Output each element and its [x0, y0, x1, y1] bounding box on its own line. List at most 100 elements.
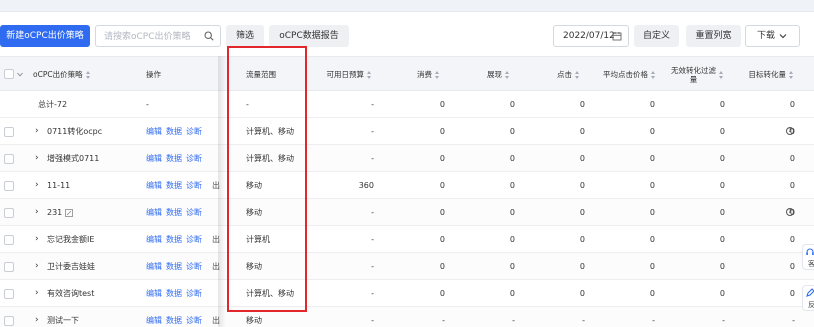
- edit-link[interactable]: 编辑: [146, 316, 162, 325]
- cell-budget: -: [371, 154, 374, 163]
- help-icon[interactable]: ?: [786, 127, 794, 135]
- expand-arrow-icon[interactable]: ›: [35, 307, 39, 327]
- column-impressions[interactable]: 展现: [450, 57, 510, 92]
- row-checkbox[interactable]: [4, 289, 14, 299]
- expand-arrow-icon[interactable]: ›: [35, 280, 39, 307]
- diagnose-link[interactable]: 诊断: [186, 181, 202, 190]
- row-checkbox[interactable]: [4, 127, 14, 137]
- sort-icon[interactable]: [505, 70, 510, 79]
- search-input[interactable]: [104, 30, 200, 43]
- diagnose-link[interactable]: 诊断: [186, 235, 202, 244]
- row-checkbox[interactable]: [4, 208, 14, 218]
- cell-avg-price: -: [652, 316, 655, 325]
- cell-avg-price: 0: [649, 154, 655, 163]
- select-all-checkbox[interactable]: [4, 69, 14, 79]
- data-link[interactable]: 数据: [166, 262, 182, 271]
- expand-arrow-icon[interactable]: ›: [35, 199, 39, 226]
- report-button[interactable]: oCPC数据报告: [269, 25, 349, 47]
- column-clicks-label: 点击: [557, 70, 572, 79]
- edit-link[interactable]: 编辑: [146, 289, 162, 298]
- strategy-name-text: 0711转化ocpc: [47, 127, 103, 136]
- expand-arrow-icon[interactable]: ›: [35, 172, 39, 199]
- feedback-button[interactable]: 反: [802, 285, 814, 311]
- data-link[interactable]: 数据: [166, 235, 182, 244]
- new-strategy-button[interactable]: 新建oCPC出价策略: [0, 25, 90, 47]
- strategy-name: 卫计委吉娃娃: [47, 253, 142, 280]
- table-header: oCPC出价策略 操作 流量范围 可用日预算 消费 展现 点击 平均点击价格 无…: [0, 56, 814, 91]
- edit-link[interactable]: 编辑: [146, 262, 162, 271]
- edit-link[interactable]: 编辑: [146, 154, 162, 163]
- strategy-name-text: 卫计委吉娃娃: [47, 262, 95, 271]
- column-avg-price[interactable]: 平均点击价格: [584, 57, 656, 92]
- expand-arrow-icon[interactable]: ›: [35, 253, 39, 280]
- diagnose-link[interactable]: 诊断: [186, 262, 202, 271]
- edit-link[interactable]: 编辑: [146, 127, 162, 136]
- cell-invalid: 0: [719, 289, 725, 298]
- download-button[interactable]: 下载: [745, 25, 800, 47]
- column-invalid-filter[interactable]: 无效转化过滤量: [660, 57, 724, 92]
- traffic-scope: 计算机、移动: [246, 154, 294, 163]
- strategy-name: 0711转化ocpc: [47, 118, 142, 145]
- expand-arrow-icon[interactable]: ›: [35, 118, 39, 145]
- column-name[interactable]: oCPC出价策略: [33, 57, 143, 92]
- edit-link[interactable]: 编辑: [146, 235, 162, 244]
- row-checkbox[interactable]: [4, 181, 14, 191]
- column-cost[interactable]: 消费: [380, 57, 440, 92]
- diagnose-link[interactable]: 诊断: [186, 289, 202, 298]
- sort-icon[interactable]: [575, 70, 580, 79]
- data-link[interactable]: 数据: [166, 181, 182, 190]
- search-icon[interactable]: [204, 31, 214, 41]
- edit-link[interactable]: 编辑: [146, 208, 162, 217]
- date-picker[interactable]: 2022/07/12: [553, 25, 629, 47]
- total-budget: -: [371, 100, 374, 109]
- filter-button[interactable]: 筛选: [226, 25, 264, 47]
- diagnose-link[interactable]: 诊断: [186, 127, 202, 136]
- select-dropdown-icon[interactable]: [17, 72, 23, 77]
- column-ops-label: 操作: [146, 70, 161, 79]
- row-checkbox[interactable]: [4, 262, 14, 272]
- total-cost: 0: [439, 100, 445, 109]
- sort-icon[interactable]: [435, 70, 440, 79]
- row-checkbox[interactable]: [4, 235, 14, 245]
- edit-icon[interactable]: [65, 208, 74, 217]
- cell-avg-price: 0: [649, 208, 655, 217]
- sort-icon[interactable]: [651, 70, 656, 79]
- custom-button[interactable]: 自定义: [634, 25, 679, 47]
- data-link[interactable]: 数据: [166, 154, 182, 163]
- traffic-scope: 计算机、移动: [246, 127, 294, 136]
- sort-icon[interactable]: [719, 70, 724, 79]
- diagnose-link[interactable]: 诊断: [186, 208, 202, 217]
- cell-clicks: 0: [579, 181, 585, 190]
- sort-icon[interactable]: [789, 70, 794, 79]
- row-checkbox[interactable]: [4, 316, 14, 326]
- customer-service-button[interactable]: 客: [802, 244, 814, 270]
- cell-invalid: 0: [719, 208, 725, 217]
- expand-arrow-icon[interactable]: ›: [35, 145, 39, 172]
- help-icon[interactable]: ?: [786, 208, 794, 216]
- table-row: › 11-11 编辑 数据 诊断出移动 360 0 0 0 0 0 0: [0, 172, 814, 199]
- cell-impressions: 0: [509, 127, 515, 136]
- cell-avg-price: 0: [649, 127, 655, 136]
- sticky-column-shadow: [218, 56, 226, 327]
- cell-budget: -: [371, 289, 374, 298]
- sort-icon[interactable]: [85, 70, 91, 79]
- total-target-conv: 0: [789, 100, 795, 109]
- expand-arrow-icon[interactable]: ›: [35, 226, 39, 253]
- diagnose-link[interactable]: 诊断: [186, 154, 202, 163]
- data-link[interactable]: 数据: [166, 316, 182, 325]
- column-budget[interactable]: 可用日预算: [306, 57, 372, 92]
- row-checkbox[interactable]: [4, 154, 14, 164]
- data-link[interactable]: 数据: [166, 289, 182, 298]
- cell-avg-price: 0: [649, 262, 655, 271]
- cell-avg-price: 0: [649, 289, 655, 298]
- diagnose-link[interactable]: 诊断: [186, 316, 202, 325]
- column-target-conv[interactable]: 目标转化量: [730, 57, 794, 92]
- column-clicks[interactable]: 点击: [520, 57, 580, 92]
- sort-icon[interactable]: [367, 70, 372, 79]
- data-link[interactable]: 数据: [166, 208, 182, 217]
- data-link[interactable]: 数据: [166, 127, 182, 136]
- table-row: › 忘记我金额IE 编辑 数据 诊断出计算机 -0 0 0 0 0 0: [0, 226, 814, 253]
- traffic-scope: 计算机、移动: [246, 289, 294, 298]
- edit-link[interactable]: 编辑: [146, 181, 162, 190]
- reset-column-width-button[interactable]: 重置列宽: [686, 25, 741, 47]
